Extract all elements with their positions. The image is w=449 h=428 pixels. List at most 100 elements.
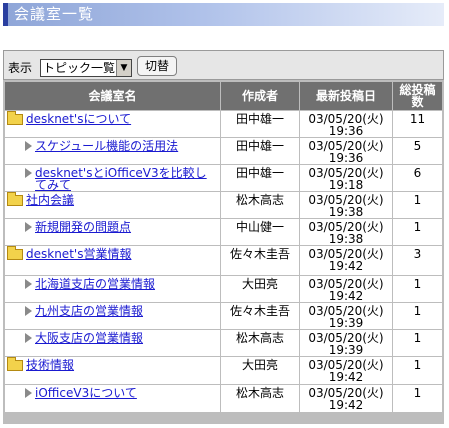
author-cell: 田中雄一	[221, 138, 299, 164]
table-row: desknet'sについて 田中雄一 03/05/20(火) 19:36 11	[5, 111, 442, 137]
author-cell: 佐々木圭吾	[221, 303, 299, 329]
room-name-cell: 社内会議	[5, 192, 220, 218]
latest-post-cell: 03/05/20(火) 19:42	[300, 385, 392, 412]
toolbar: 表示 トピック一覧 ▼ 切替	[3, 50, 444, 80]
post-count-cell: 1	[393, 357, 442, 384]
latest-post-cell: 03/05/20(火) 19:42	[300, 357, 392, 384]
author-cell: 佐々木圭吾	[221, 246, 299, 275]
view-select[interactable]: トピック一覧 ▼	[40, 59, 132, 77]
room-link[interactable]: desknet's営業情報	[26, 248, 131, 260]
table-row: 技術情報 大田亮 03/05/20(火) 19:42 1	[5, 357, 442, 384]
post-time: 19:42	[328, 259, 364, 273]
latest-post-cell: 03/05/20(火) 19:42	[300, 246, 392, 275]
conference-room-panel: 表示 トピック一覧 ▼ 切替 会議室名 作成者 最新投稿日 総投稿数 deskn…	[3, 50, 444, 424]
room-name-cell: 九州支店の営業情報	[5, 303, 220, 329]
table-row: 北海道支店の営業情報 大田亮 03/05/20(火) 19:42 1	[5, 276, 442, 302]
display-label: 表示	[8, 61, 33, 75]
author-cell: 松木高志	[221, 330, 299, 356]
latest-post-cell: 03/05/20(火) 19:39	[300, 303, 392, 329]
author-cell: 田中雄一	[221, 111, 299, 137]
room-name-cell: desknet'sとiOfficeV3を比較してみて	[5, 165, 220, 191]
post-time: 19:18	[328, 178, 364, 192]
latest-post-cell: 03/05/20(火) 19:36	[300, 138, 392, 164]
switch-button[interactable]: 切替	[137, 56, 177, 76]
table-row: desknet's営業情報 佐々木圭吾 03/05/20(火) 19:42 3	[5, 246, 442, 275]
room-link[interactable]: desknet'sについて	[26, 113, 131, 125]
room-link[interactable]: スケジュール機能の活用法	[35, 140, 178, 152]
table-row: 九州支店の営業情報 佐々木圭吾 03/05/20(火) 19:39 1	[5, 303, 442, 329]
room-name-cell: 技術情報	[5, 357, 220, 384]
author-cell: 大田亮	[221, 276, 299, 302]
arrow-right-icon	[25, 141, 32, 151]
room-link[interactable]: 新規開発の問題点	[35, 221, 131, 233]
post-time: 19:39	[328, 343, 364, 357]
arrow-right-icon	[25, 168, 32, 178]
post-count-cell: 11	[393, 111, 442, 137]
room-link[interactable]: 大阪支店の営業情報	[35, 332, 143, 344]
folder-icon	[7, 192, 23, 206]
post-count-cell: 3	[393, 246, 442, 275]
table-row: 新規開発の問題点 中山健一 03/05/20(火) 19:38 1	[5, 219, 442, 245]
room-name-cell: desknet's営業情報	[5, 246, 220, 275]
view-select-value: トピック一覧	[43, 61, 116, 75]
room-name-cell: 新規開発の問題点	[5, 219, 220, 245]
post-count-cell: 6	[393, 165, 442, 191]
post-time: 19:42	[328, 289, 364, 303]
room-link[interactable]: 北海道支店の営業情報	[35, 278, 155, 290]
latest-post-cell: 03/05/20(火) 19:18	[300, 165, 392, 191]
room-link[interactable]: 社内会議	[26, 194, 74, 206]
folder-icon	[7, 111, 23, 125]
room-name-cell: 大阪支店の営業情報	[5, 330, 220, 356]
latest-post-cell: 03/05/20(火) 19:36	[300, 111, 392, 137]
header-author: 作成者	[221, 82, 299, 110]
latest-post-cell: 03/05/20(火) 19:38	[300, 192, 392, 218]
author-cell: 松木高志	[221, 385, 299, 412]
post-count-cell: 1	[393, 276, 442, 302]
post-time: 19:38	[328, 232, 364, 246]
room-link[interactable]: 技術情報	[26, 359, 74, 371]
post-time: 19:36	[328, 124, 364, 138]
post-count-cell: 1	[393, 303, 442, 329]
post-time: 19:38	[328, 205, 364, 219]
table-row: スケジュール機能の活用法 田中雄一 03/05/20(火) 19:36 5	[5, 138, 442, 164]
arrow-right-icon	[25, 279, 32, 289]
header-post-count: 総投稿数	[393, 82, 442, 110]
header-room-name: 会議室名	[5, 82, 220, 110]
author-cell: 中山健一	[221, 219, 299, 245]
room-name-cell: iOfficeV3について	[5, 385, 220, 412]
room-table: 会議室名 作成者 最新投稿日 総投稿数 desknet'sについて 田中雄一 03/…	[4, 81, 443, 413]
arrow-right-icon	[25, 388, 32, 398]
table-header-row: 会議室名 作成者 最新投稿日 総投稿数	[5, 82, 442, 110]
post-time: 19:36	[328, 151, 364, 165]
room-link[interactable]: iOfficeV3について	[35, 387, 137, 399]
post-count-cell: 1	[393, 192, 442, 218]
header-latest-post: 最新投稿日	[300, 82, 392, 110]
author-cell: 大田亮	[221, 357, 299, 384]
table-row: desknet'sとiOfficeV3を比較してみて 田中雄一 03/05/20(火…	[5, 165, 442, 191]
post-count-cell: 5	[393, 138, 442, 164]
folder-icon	[7, 357, 23, 371]
table-row: 大阪支店の営業情報 松木高志 03/05/20(火) 19:39 1	[5, 330, 442, 356]
latest-post-cell: 03/05/20(火) 19:38	[300, 219, 392, 245]
room-link[interactable]: 九州支店の営業情報	[35, 305, 143, 317]
author-cell: 松木高志	[221, 192, 299, 218]
room-name-cell: desknet'sについて	[5, 111, 220, 137]
room-link[interactable]: desknet'sとiOfficeV3を比較してみて	[35, 167, 218, 191]
latest-post-cell: 03/05/20(火) 19:39	[300, 330, 392, 356]
page-title-bar: 会議室一覧	[3, 3, 444, 26]
arrow-right-icon	[25, 333, 32, 343]
room-name-cell: 北海道支店の営業情報	[5, 276, 220, 302]
author-cell: 田中雄一	[221, 165, 299, 191]
folder-icon	[7, 246, 23, 260]
room-name-cell: スケジュール機能の活用法	[5, 138, 220, 164]
latest-post-cell: 03/05/20(火) 19:42	[300, 276, 392, 302]
arrow-right-icon	[25, 222, 32, 232]
post-time: 19:42	[328, 398, 364, 412]
post-time: 19:42	[328, 370, 364, 384]
post-count-cell: 1	[393, 385, 442, 412]
arrow-right-icon	[25, 306, 32, 316]
post-time: 19:39	[328, 316, 364, 330]
dropdown-arrow-icon[interactable]: ▼	[116, 60, 131, 76]
table-row: iOfficeV3について 松木高志 03/05/20(火) 19:42 1	[5, 385, 442, 412]
post-count-cell: 1	[393, 330, 442, 356]
